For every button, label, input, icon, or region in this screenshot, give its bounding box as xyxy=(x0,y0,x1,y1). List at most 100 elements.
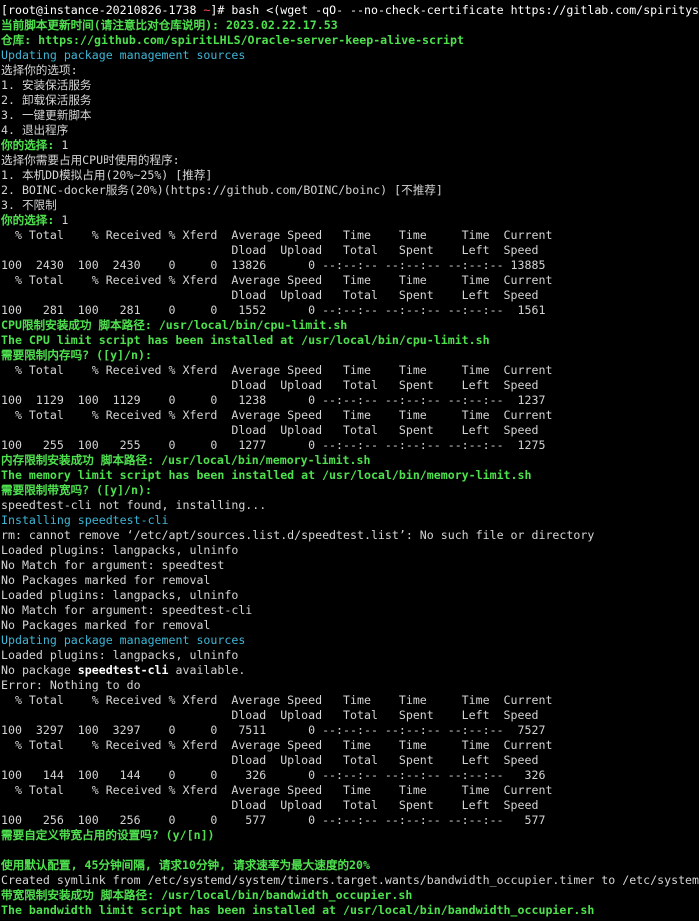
terminal-line-text: 100 1129 100 1129 0 0 1238 0 --:--:-- --… xyxy=(1,393,546,407)
terminal-line-text: 2. BOINC-docker服务(20%)(https://github.co… xyxy=(1,183,443,197)
terminal-line-tail-text: 1 xyxy=(61,138,69,152)
terminal-line: Installing speedtest-cli xyxy=(1,513,699,528)
terminal-line-text: Dload Upload Total Spent Left Speed xyxy=(1,288,539,302)
prompt-open-bracket: [ xyxy=(1,3,8,17)
terminal-line-text: % Total % Received % Xferd Average Speed… xyxy=(1,228,553,242)
terminal-line-text: Error: Nothing to do xyxy=(1,678,141,692)
terminal-line: Created symlink from /etc/systemd/system… xyxy=(1,873,699,888)
terminal-line: No Packages marked for removal xyxy=(1,618,699,633)
terminal-line: 选择你需要占用CPU时使用的程序: xyxy=(1,153,699,168)
terminal-line: Dload Upload Total Spent Left Speed xyxy=(1,798,699,813)
terminal-line: speedtest-cli not found, installing... xyxy=(1,498,699,513)
terminal-line-text: Loaded plugins: langpacks, ulninfo xyxy=(1,648,239,662)
terminal-line-text: 1. 安装保活服务 xyxy=(1,78,92,92)
terminal-line-text: % Total % Received % Xferd Average Speed… xyxy=(1,693,553,707)
terminal-line-text: 100 3297 100 3297 0 0 7511 0 --:--:-- --… xyxy=(1,723,546,737)
terminal-line: % Total % Received % Xferd Average Speed… xyxy=(1,363,699,378)
terminal-line-text: 当前脚本更新时间(请注意比对仓库说明): 2023.02.22.17.53 xyxy=(1,18,338,32)
terminal-line-text: 使用默认配置, 45分钟间隔, 请求10分钟, 请求速率为最大速度的20% xyxy=(1,858,370,872)
terminal-line-text: 100 281 100 281 0 0 1552 0 --:--:-- --:-… xyxy=(1,303,546,317)
terminal-line-text: 2. 卸载保活服务 xyxy=(1,93,92,107)
terminal-line-text: % Total % Received % Xferd Average Speed… xyxy=(1,783,553,797)
terminal-line: 100 144 100 144 0 0 326 0 --:--:-- --:--… xyxy=(1,768,699,783)
terminal-line-text: Dload Upload Total Spent Left Speed xyxy=(1,423,539,437)
terminal-line-text: speedtest-cli not found, installing... xyxy=(1,498,267,512)
terminal-line-text: Dload Upload Total Spent Left Speed xyxy=(1,753,539,767)
terminal-line-text: The memory limit script has been install… xyxy=(1,468,532,482)
terminal-line-text: 你的选择: xyxy=(1,213,62,227)
terminal-line: % Total % Received % Xferd Average Speed… xyxy=(1,693,699,708)
terminal-line-text: 1. 本机DD模拟占用(20%~25%) [推荐] xyxy=(1,168,213,182)
terminal-line: Dload Upload Total Spent Left Speed xyxy=(1,378,699,393)
terminal-line-text: 需要限制内存吗? ([y]/n): xyxy=(1,348,159,362)
terminal-line: 仓库: https://github.com/spiritLHLS/Oracle… xyxy=(1,33,699,48)
terminal-line-text: Updating package management sources xyxy=(1,633,246,647)
terminal-line: 需要限制内存吗? ([y]/n): xyxy=(1,348,699,363)
terminal-line: 100 2430 100 2430 0 0 13826 0 --:--:-- -… xyxy=(1,258,699,273)
terminal-line-text: 100 255 100 255 0 0 1277 0 --:--:-- --:-… xyxy=(1,438,546,452)
terminal-line-tail-text: available. xyxy=(168,663,246,677)
terminal-line: 当前脚本更新时间(请注意比对仓库说明): 2023.02.22.17.53 xyxy=(1,18,699,33)
terminal-line-text: Created symlink from /etc/systemd/system… xyxy=(1,873,699,887)
terminal-line-text: 100 2430 100 2430 0 0 13826 0 --:--:-- -… xyxy=(1,258,546,272)
terminal-line: Dload Upload Total Spent Left Speed xyxy=(1,708,699,723)
terminal-line-text: Dload Upload Total Spent Left Speed xyxy=(1,243,539,257)
terminal-line: 需要限制带宽吗? ([y]/n): xyxy=(1,483,699,498)
terminal-line: Loaded plugins: langpacks, ulninfo xyxy=(1,648,699,663)
terminal-line: The bandwidth limit script has been inst… xyxy=(1,903,699,918)
terminal-line-text: 选择你的选项: xyxy=(1,63,78,77)
terminal-line-text: No Packages marked for removal xyxy=(1,573,211,587)
terminal-line: 需要自定义带宽占用的设置吗? (y/[n]) xyxy=(1,828,699,843)
terminal-line: % Total % Received % Xferd Average Speed… xyxy=(1,738,699,753)
terminal-line: The CPU limit script has been installed … xyxy=(1,333,699,348)
terminal-line: Loaded plugins: langpacks, ulninfo xyxy=(1,543,699,558)
terminal-line: 你的选择: 1 xyxy=(1,213,699,228)
terminal-line-text: Loaded plugins: langpacks, ulninfo xyxy=(1,588,239,602)
terminal-line: % Total % Received % Xferd Average Speed… xyxy=(1,408,699,423)
terminal-line-text: 选择你需要占用CPU时使用的程序: xyxy=(1,153,180,167)
terminal-line: 100 281 100 281 0 0 1552 0 --:--:-- --:-… xyxy=(1,303,699,318)
terminal-line: 你的选择: 1 xyxy=(1,138,699,153)
terminal-line: 2. 卸载保活服务 xyxy=(1,93,699,108)
terminal-line: No Match for argument: speedtest xyxy=(1,558,699,573)
terminal-line: Dload Upload Total Spent Left Speed xyxy=(1,423,699,438)
prompt-user-host: root@instance-20210826-1738 xyxy=(7,3,197,17)
terminal-line: 3. 一键更新脚本 xyxy=(1,108,699,123)
terminal-line: Error: Nothing to do xyxy=(1,678,699,693)
terminal-line-text: % Total % Received % Xferd Average Speed… xyxy=(1,363,553,377)
terminal-line: 使用默认配置, 45分钟间隔, 请求10分钟, 请求速率为最大速度的20% xyxy=(1,858,699,873)
terminal-line-text: No Match for argument: speedtest-cli xyxy=(1,603,253,617)
terminal-line: Dload Upload Total Spent Left Speed xyxy=(1,288,699,303)
prompt-cwd: ~ xyxy=(196,3,211,17)
terminal-line-text: % Total % Received % Xferd Average Speed… xyxy=(1,408,553,422)
terminal-output: [root@instance-20210826-1738 ~]# bash <(… xyxy=(1,3,699,918)
terminal-line-text: 3. 一键更新脚本 xyxy=(1,108,92,122)
terminal-line-text: No Match for argument: speedtest xyxy=(1,558,225,572)
terminal-line-text: Installing speedtest-cli xyxy=(1,513,169,527)
terminal-line-text: Updating package management sources xyxy=(1,48,246,62)
output-lines: 当前脚本更新时间(请注意比对仓库说明): 2023.02.22.17.53 仓库:… xyxy=(1,18,699,918)
terminal-line-text: No package xyxy=(1,663,78,677)
terminal-line: 1. 安装保活服务 xyxy=(1,78,699,93)
terminal-line: No package speedtest-cli available. xyxy=(1,663,699,678)
terminal-line: The memory limit script has been install… xyxy=(1,468,699,483)
terminal-line: % Total % Received % Xferd Average Speed… xyxy=(1,273,699,288)
terminal-window[interactable]: [root@instance-20210826-1738 ~]# bash <(… xyxy=(0,0,699,921)
terminal-line-bold-text: speedtest-cli xyxy=(77,663,169,677)
terminal-line: 100 255 100 255 0 0 1277 0 --:--:-- --:-… xyxy=(1,438,699,453)
terminal-line: CPU限制安装成功 脚本路径: /usr/local/bin/cpu-limit… xyxy=(1,318,699,333)
terminal-line-tail-text: 1 xyxy=(61,213,69,227)
terminal-line: 100 3297 100 3297 0 0 7511 0 --:--:-- --… xyxy=(1,723,699,738)
terminal-line-text: Dload Upload Total Spent Left Speed xyxy=(1,708,539,722)
terminal-line: Updating package management sources xyxy=(1,48,699,63)
terminal-line-text: 4. 退出程序 xyxy=(1,123,69,137)
terminal-line: Dload Upload Total Spent Left Speed xyxy=(1,243,699,258)
terminal-line-text: Loaded plugins: langpacks, ulninfo xyxy=(1,543,239,557)
prompt-command: # bash <(wget -qO- --no-check-certificat… xyxy=(217,3,699,17)
terminal-line-text: 100 144 100 144 0 0 326 0 --:--:-- --:--… xyxy=(1,768,546,782)
terminal-line-text: CPU限制安装成功 脚本路径: /usr/local/bin/cpu-limit… xyxy=(1,318,348,332)
shell-prompt-line: [root@instance-20210826-1738 ~]# bash <(… xyxy=(1,3,699,18)
terminal-line-text: The CPU limit script has been installed … xyxy=(1,333,490,347)
terminal-line: Updating package management sources xyxy=(1,633,699,648)
terminal-line: No Match for argument: speedtest-cli xyxy=(1,603,699,618)
